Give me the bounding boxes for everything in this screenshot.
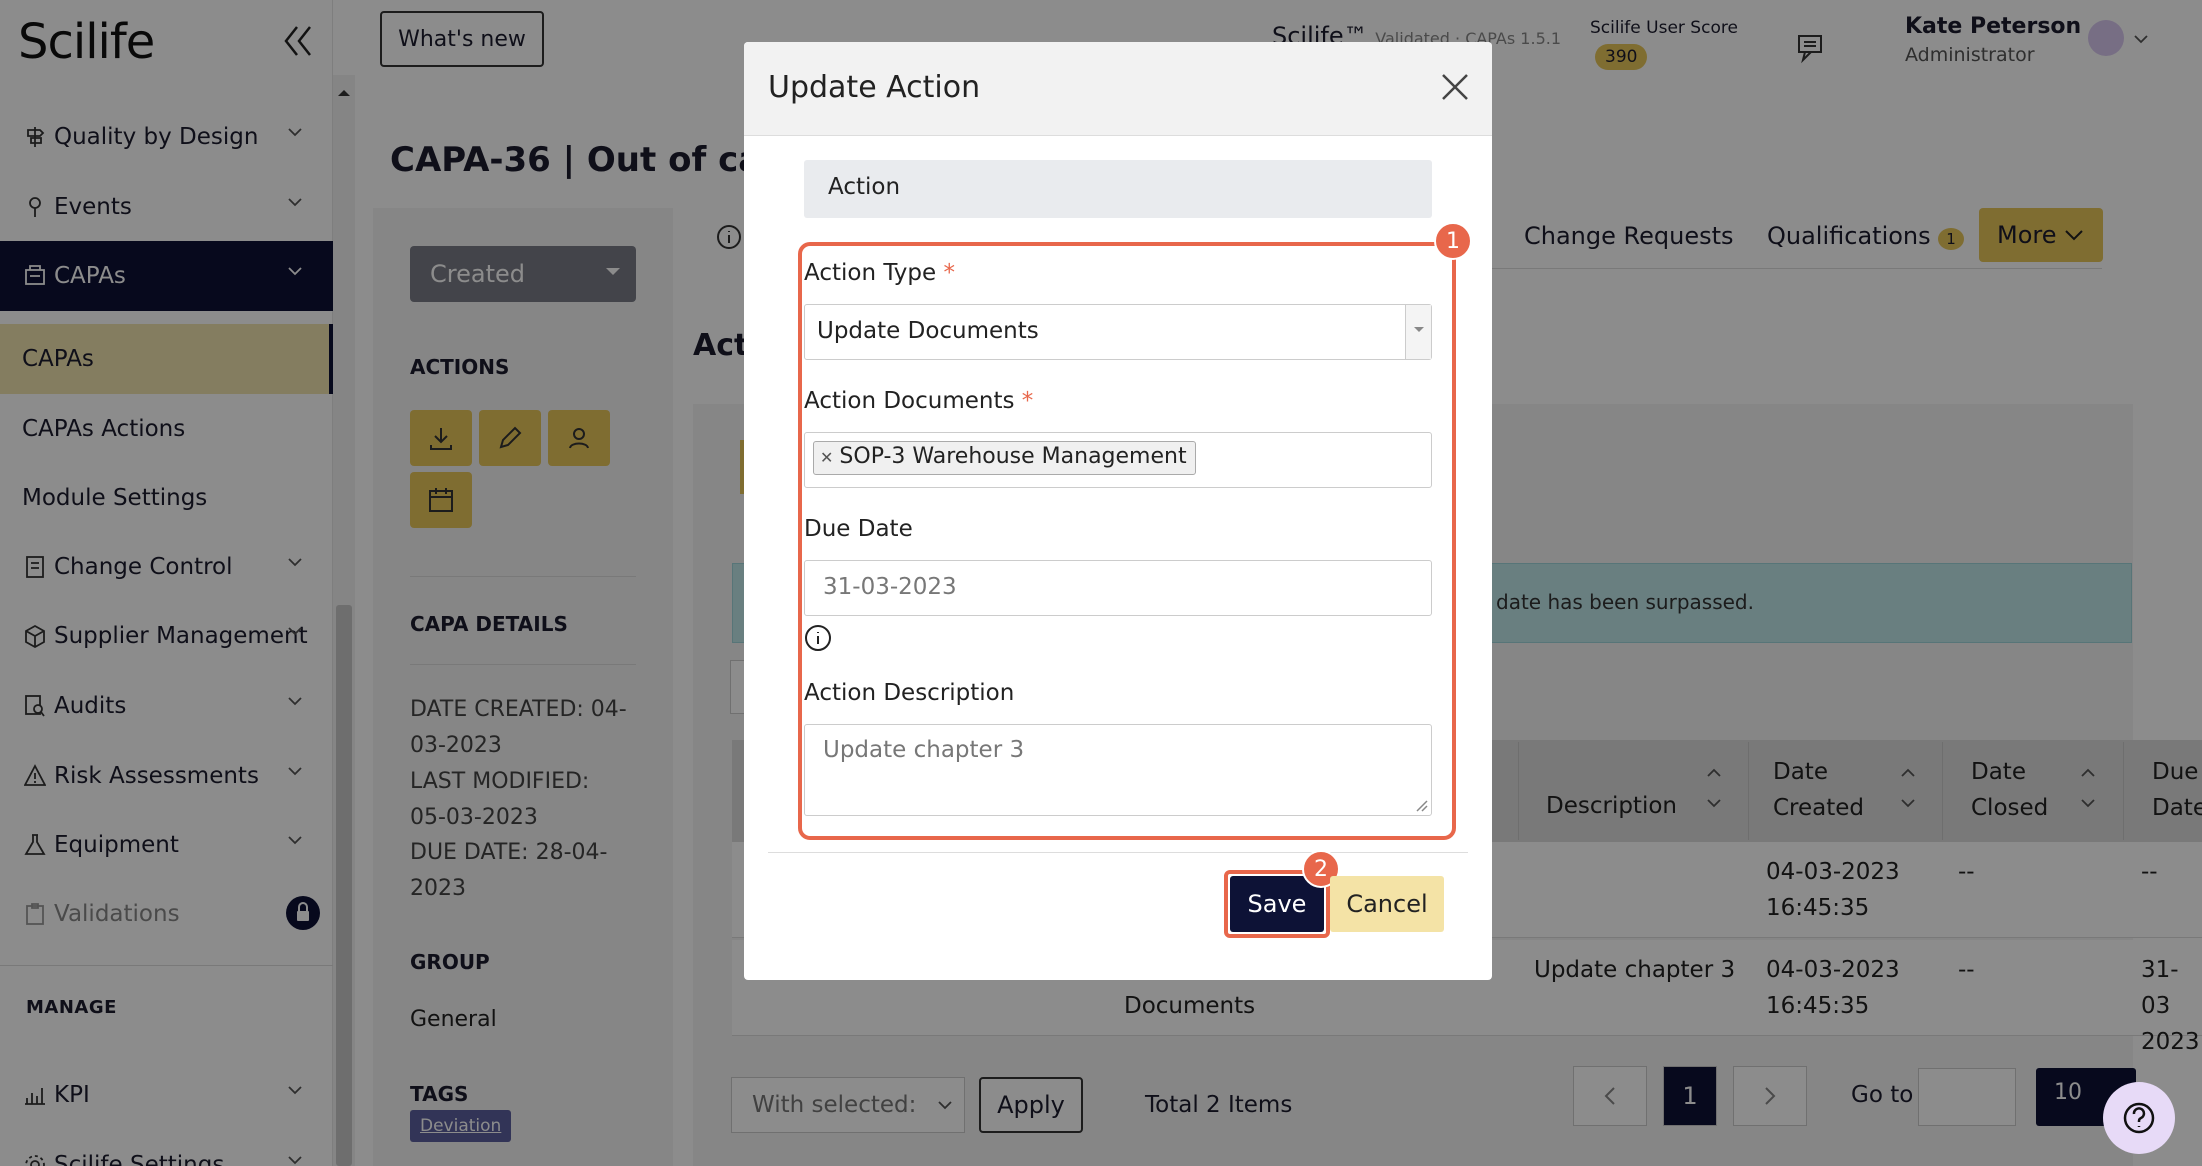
- dialog-title: Update Action: [768, 70, 981, 105]
- help-button[interactable]: [2103, 1082, 2175, 1154]
- info-icon[interactable]: [804, 624, 832, 652]
- resize-handle-icon[interactable]: [1416, 800, 1428, 812]
- action-type-select[interactable]: Update Documents: [804, 304, 1432, 360]
- action-description-label: Action Description: [804, 680, 1015, 706]
- due-date-input[interactable]: 31-03-2023: [804, 560, 1432, 616]
- action-description-textarea[interactable]: Update chapter 3: [804, 724, 1432, 816]
- action-type-label: Action Type *: [804, 260, 955, 286]
- step-marker: 1: [1434, 222, 1472, 260]
- cancel-button[interactable]: Cancel: [1330, 876, 1444, 932]
- remove-icon[interactable]: ✕: [820, 448, 833, 467]
- due-date-label: Due Date: [804, 516, 913, 542]
- question-icon: [2122, 1101, 2156, 1135]
- document-chip[interactable]: ✕ SOP-3 Warehouse Management: [813, 441, 1196, 475]
- action-documents-label: Action Documents *: [804, 388, 1034, 414]
- action-documents-field[interactable]: ✕ SOP-3 Warehouse Management: [804, 432, 1432, 488]
- select-arrow-icon: [1405, 305, 1431, 359]
- dialog-footer-divider: [768, 852, 1468, 853]
- update-action-dialog: Update Action Action 1 Action Type * Upd…: [744, 42, 1492, 980]
- dialog-header: Update Action: [744, 42, 1492, 136]
- action-section-header: Action: [804, 160, 1432, 218]
- close-icon[interactable]: [1440, 72, 1470, 102]
